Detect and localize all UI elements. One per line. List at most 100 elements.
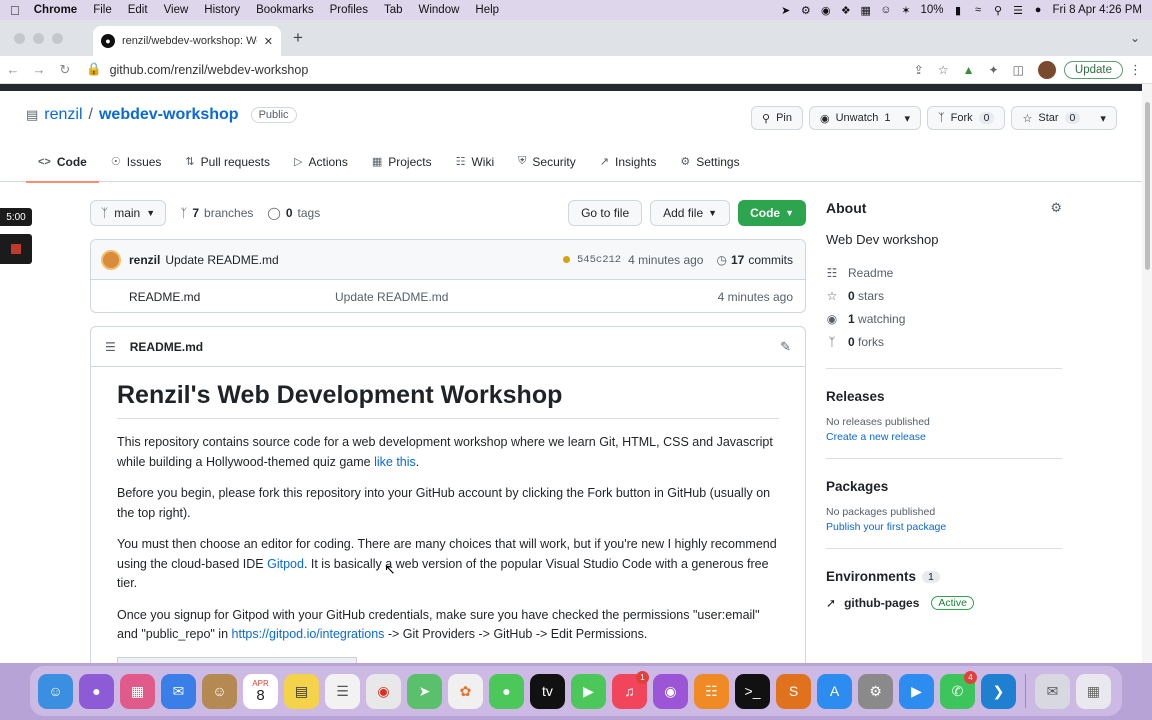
commit-author[interactable]: renzil (129, 253, 160, 267)
system-preferences-icon[interactable]: ⚙ (858, 673, 893, 709)
star-button[interactable]: ☆ Star 0 ▾ (1011, 106, 1117, 130)
notes-icon[interactable]: ▤ (284, 673, 319, 709)
about-settings-gear-icon[interactable]: ⚙ (1050, 200, 1062, 216)
chrome-icon[interactable]: ◉ (366, 673, 401, 709)
extension-status-icon[interactable]: ❖ (840, 4, 851, 17)
tab-wiki[interactable]: ☷ Wiki (444, 142, 507, 182)
menu-file[interactable]: File (93, 4, 112, 16)
browser-tab[interactable]: ● renzil/webdev-workshop: Web ✕ (93, 26, 281, 56)
page-scrollbar[interactable] (1142, 84, 1152, 663)
tab-search-chevron-icon[interactable]: ⌄ (1130, 31, 1140, 45)
bluetooth-icon[interactable]: ✶ (900, 4, 911, 17)
reminders-icon[interactable]: ☰ (325, 673, 360, 709)
tab-issues[interactable]: ☉ Issues (99, 142, 174, 182)
readme-link[interactable]: ☷ Readme (826, 261, 1062, 284)
finder-icon[interactable]: ☺ (38, 673, 73, 709)
photos-icon[interactable]: ✿ (448, 673, 483, 709)
wifi-icon[interactable]: ≈ (973, 4, 984, 16)
calendar-icon[interactable]: APR 8 (243, 673, 278, 709)
tab-security[interactable]: ⛨ Security (506, 142, 588, 182)
repo-name-link[interactable]: webdev-workshop (99, 106, 239, 124)
trash-icon[interactable]: ▦ (1076, 673, 1111, 709)
sublime-text-icon[interactable]: S (776, 673, 811, 709)
apple-icon[interactable]:  (10, 3, 20, 18)
tab-actions[interactable]: ▷ Actions (282, 142, 360, 182)
menu-tab[interactable]: Tab (384, 4, 403, 16)
close-tab-icon[interactable]: ✕ (264, 35, 273, 48)
gitpod-link[interactable]: Gitpod (267, 557, 304, 571)
recorder-stop-button[interactable] (0, 234, 32, 264)
account-status-icon[interactable]: ☺ (880, 4, 891, 16)
profile-avatar[interactable] (1037, 60, 1056, 79)
launchpad-icon[interactable]: ▦ (120, 673, 155, 709)
side-panel-icon[interactable]: ◫ (1013, 63, 1024, 77)
share-icon[interactable]: ⇪ (914, 63, 924, 77)
drive-extension-icon[interactable]: ▲ (963, 63, 975, 77)
commit-message[interactable]: Update README.md (165, 253, 278, 267)
menu-edit[interactable]: Edit (128, 4, 148, 16)
tab-projects[interactable]: ▦ Projects (360, 142, 444, 182)
zoom-window-button[interactable] (52, 32, 63, 44)
file-commit-message[interactable]: Update README.md (335, 290, 448, 304)
podcasts-icon[interactable]: ◉ (653, 673, 688, 709)
control-center-icon[interactable]: ☰ (1013, 4, 1024, 17)
music-icon[interactable]: ♫ 1 (612, 670, 649, 709)
star-dropdown-icon[interactable]: ▾ (1100, 112, 1106, 125)
commits-link[interactable]: ◷ 17 commits (716, 253, 793, 267)
lock-icon[interactable]: 🔒 (86, 62, 102, 77)
commit-sha[interactable]: 545c212 (577, 254, 621, 266)
publish-package-link[interactable]: Publish your first package (826, 521, 1062, 533)
facetime-icon[interactable]: ▶ (571, 673, 606, 709)
battery-icon[interactable]: ▮ (953, 4, 964, 17)
siri-app-icon[interactable]: ● (79, 673, 114, 709)
menu-history[interactable]: History (204, 4, 240, 16)
menu-clock[interactable]: Fri 8 Apr 4:26 PM (1053, 4, 1142, 16)
branch-selector[interactable]: ᛉ main ▼ (90, 200, 167, 226)
mail-icon[interactable]: ✉ (161, 673, 196, 709)
close-window-button[interactable] (14, 32, 25, 44)
minimize-window-button[interactable] (33, 32, 44, 44)
downloads-stack-icon[interactable]: ✉ (1035, 673, 1070, 709)
bookmark-star-icon[interactable]: ☆ (938, 63, 949, 77)
location-icon[interactable]: ➤ (780, 4, 791, 17)
branches-link[interactable]: ᛉ 7 branches (180, 206, 253, 220)
scrollbar-thumb[interactable] (1145, 102, 1150, 270)
environment-name[interactable]: github-pages (844, 596, 919, 610)
pin-button[interactable]: ⚲ Pin (751, 106, 803, 130)
app-store-icon[interactable]: A (817, 673, 852, 709)
terminal-icon[interactable]: >_ (735, 673, 770, 709)
chrome-update-button[interactable]: Update (1063, 60, 1123, 79)
new-tab-icon[interactable]: + (293, 28, 303, 48)
url-field[interactable]: 🔒 github.com/renzil/webdev-workshop (86, 62, 914, 77)
code-dropdown-button[interactable]: Code ▼ (738, 200, 806, 226)
menu-view[interactable]: View (164, 4, 189, 16)
tab-settings[interactable]: ⚙ Settings (668, 142, 751, 182)
gitpod-integrations-link[interactable]: https://gitpod.io/integrations (232, 627, 385, 641)
add-file-button[interactable]: Add file ▼ (650, 200, 731, 226)
document-status-icon[interactable]: ▦ (860, 4, 871, 17)
repo-owner-link[interactable]: renzil (44, 106, 82, 124)
tab-insights[interactable]: ↗ Insights (588, 142, 669, 182)
gear-status-icon[interactable]: ⚙ (800, 4, 811, 17)
environments-heading[interactable]: Environments 1 (826, 569, 1062, 584)
file-name-link[interactable]: README.md (129, 290, 335, 304)
go-to-file-button[interactable]: Go to file (568, 200, 643, 226)
unwatch-dropdown-icon[interactable]: ▾ (905, 112, 911, 125)
screen-record-icon[interactable]: ◉ (820, 4, 831, 17)
watching-link[interactable]: ◉ 1 watching (826, 307, 1062, 330)
create-release-link[interactable]: Create a new release (826, 431, 1062, 443)
status-dot-icon[interactable] (562, 256, 570, 263)
tab-code[interactable]: <> Code (26, 142, 99, 183)
menu-window[interactable]: Window (419, 4, 460, 16)
extensions-puzzle-icon[interactable]: ✦ (989, 63, 999, 77)
search-icon[interactable]: ⚲ (993, 4, 1004, 17)
releases-heading[interactable]: Releases (826, 389, 1062, 404)
apple-tv-icon[interactable]: tv (530, 673, 565, 709)
siri-icon[interactable]: ● (1033, 4, 1044, 16)
battery-percent[interactable]: 10% (920, 4, 943, 16)
edit-pencil-icon[interactable]: ✎ (780, 339, 791, 355)
whatsapp-icon[interactable]: ✆ 4 (940, 670, 977, 709)
avatar[interactable] (101, 249, 121, 270)
reload-icon[interactable]: ↻ (52, 62, 78, 78)
tags-link[interactable]: ◯ 0 tags (267, 206, 320, 220)
